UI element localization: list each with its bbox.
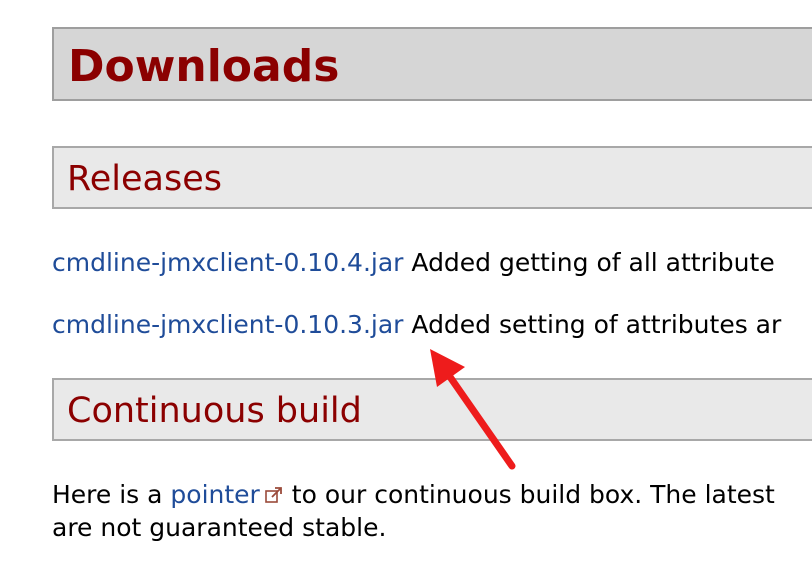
release-link-0-10-4[interactable]: cmdline-jmxclient-0.10.4.jar — [52, 248, 403, 277]
downloads-heading-box: Downloads — [52, 27, 812, 101]
release-item: cmdline-jmxclient-0.10.4.jar Added getti… — [52, 247, 775, 279]
release-description: Added getting of all attribute — [403, 248, 775, 277]
release-item: cmdline-jmxclient-0.10.3.jar Added setti… — [52, 309, 781, 341]
paragraph-text: Here is a — [52, 480, 171, 509]
paragraph-text-line2: are not guaranteed stable. — [52, 513, 387, 542]
releases-heading: Releases — [67, 159, 222, 199]
continuous-build-paragraph: Here is a pointer to our continuous buil… — [52, 478, 775, 544]
releases-heading-box: Releases — [52, 146, 812, 209]
page-title: Downloads — [68, 41, 340, 92]
continuous-build-heading-box: Continuous build — [52, 378, 812, 441]
pointer-link[interactable]: pointer — [170, 480, 259, 509]
page: Downloads Releases cmdline-jmxclient-0.1… — [0, 0, 812, 588]
release-link-0-10-3[interactable]: cmdline-jmxclient-0.10.3.jar — [52, 310, 403, 339]
paragraph-text: to our continuous build box. The latest — [283, 480, 775, 509]
release-description: Added setting of attributes ar — [403, 310, 782, 339]
external-link-icon — [265, 487, 282, 503]
continuous-build-heading: Continuous build — [67, 391, 362, 431]
